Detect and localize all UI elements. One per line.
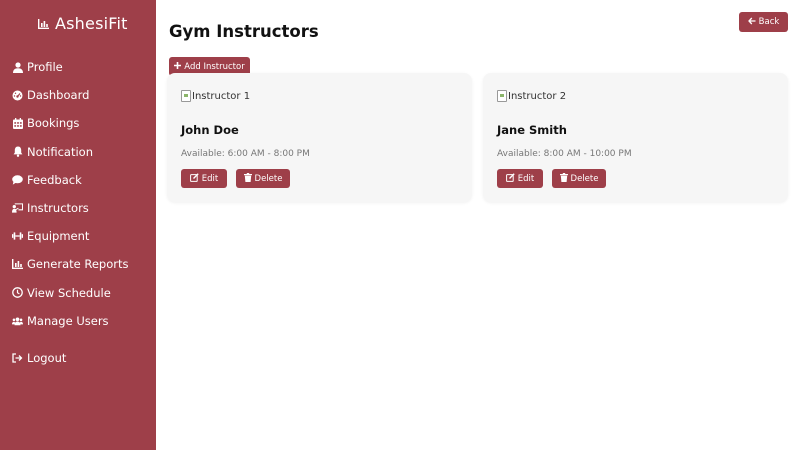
sidebar-item-label: Dashboard xyxy=(27,88,90,103)
sidebar-item-label: Equipment xyxy=(27,229,90,244)
main-content: Gym Instructors Back Add Instructor Inst… xyxy=(156,0,800,450)
instructor-photo-alt: Instructor 2 xyxy=(508,90,567,102)
page-title: Gym Instructors xyxy=(169,22,319,41)
sidebar-item-generate-reports[interactable]: Generate Reports xyxy=(0,250,156,278)
edit-instructor-button[interactable]: Edit xyxy=(181,169,227,188)
sidebar-item-label: View Schedule xyxy=(27,285,111,300)
sidebar-item-manage-users[interactable]: Manage Users xyxy=(0,307,156,335)
trash-icon xyxy=(559,172,568,185)
sidebar-item-label: Bookings xyxy=(27,116,80,131)
plus-icon xyxy=(174,61,182,72)
brand-name: AshesiFit xyxy=(55,14,128,33)
chalkboard-user-icon xyxy=(12,203,23,214)
logout-label: Logout xyxy=(27,351,67,366)
sidebar: AshesiFit Profile Dashboard Bookings Not… xyxy=(0,0,156,450)
sidebar-item-label: Generate Reports xyxy=(27,257,129,272)
back-button[interactable]: Back xyxy=(739,12,788,32)
logout-section: Logout xyxy=(0,344,156,372)
sign-out-icon xyxy=(12,353,23,364)
clock-icon xyxy=(12,287,23,298)
sidebar-item-notification[interactable]: Notification xyxy=(0,138,156,166)
instructor-name: John Doe xyxy=(181,123,239,137)
sidebar-item-instructors[interactable]: Instructors xyxy=(0,194,156,222)
edit-icon xyxy=(505,172,515,185)
arrow-left-icon xyxy=(747,17,756,28)
edit-icon xyxy=(189,172,199,185)
instructor-photo: Instructor 1 xyxy=(181,89,250,103)
instructor-name: Jane Smith xyxy=(497,123,567,137)
sidebar-item-profile[interactable]: Profile xyxy=(0,53,156,81)
sidebar-item-feedback[interactable]: Feedback xyxy=(0,166,156,194)
sidebar-item-view-schedule[interactable]: View Schedule xyxy=(0,279,156,307)
add-instructor-label: Add Instructor xyxy=(184,61,245,72)
users-icon xyxy=(12,315,23,326)
back-button-label: Back xyxy=(758,17,780,27)
chart-bar-icon xyxy=(12,259,23,270)
brand[interactable]: AshesiFit xyxy=(38,14,128,33)
trash-icon xyxy=(243,172,252,185)
dumbbell-icon xyxy=(12,231,23,242)
broken-image-icon xyxy=(181,90,191,102)
broken-image-icon xyxy=(497,90,507,102)
delete-instructor-button[interactable]: Delete xyxy=(236,169,290,188)
sidebar-item-label: Manage Users xyxy=(27,313,109,328)
instructor-photo-alt: Instructor 1 xyxy=(192,90,251,102)
sidebar-item-label: Profile xyxy=(27,60,63,75)
sidebar-item-equipment[interactable]: Equipment xyxy=(0,222,156,250)
sidebar-nav: Profile Dashboard Bookings Notification xyxy=(0,53,156,335)
chart-bar-icon xyxy=(38,14,49,33)
delete-button-label: Delete xyxy=(570,173,599,184)
sidebar-item-label: Notification xyxy=(27,144,93,159)
delete-instructor-button[interactable]: Delete xyxy=(552,169,606,188)
instructor-card: Instructor 2 Jane Smith Available: 8:00 … xyxy=(483,73,788,202)
sidebar-item-dashboard[interactable]: Dashboard xyxy=(0,81,156,109)
bell-icon xyxy=(12,146,23,158)
delete-button-label: Delete xyxy=(254,173,283,184)
sidebar-item-label: Feedback xyxy=(27,172,82,187)
logout-link[interactable]: Logout xyxy=(0,344,156,372)
sidebar-item-label: Instructors xyxy=(27,201,89,216)
instructor-availability: Available: 6:00 AM - 8:00 PM xyxy=(181,149,310,159)
calendar-icon xyxy=(12,117,23,129)
comment-icon xyxy=(12,174,23,185)
edit-button-label: Edit xyxy=(517,173,535,184)
edit-instructor-button[interactable]: Edit xyxy=(497,169,543,188)
edit-button-label: Edit xyxy=(201,173,219,184)
instructor-availability: Available: 8:00 AM - 10:00 PM xyxy=(497,149,632,159)
app: AshesiFit Profile Dashboard Bookings Not… xyxy=(0,0,800,450)
sidebar-item-bookings[interactable]: Bookings xyxy=(0,109,156,137)
user-icon xyxy=(12,61,23,73)
instructor-card: Instructor 1 John Doe Available: 6:00 AM… xyxy=(167,73,472,202)
instructor-photo: Instructor 2 xyxy=(497,89,566,103)
gauge-icon xyxy=(12,90,23,101)
